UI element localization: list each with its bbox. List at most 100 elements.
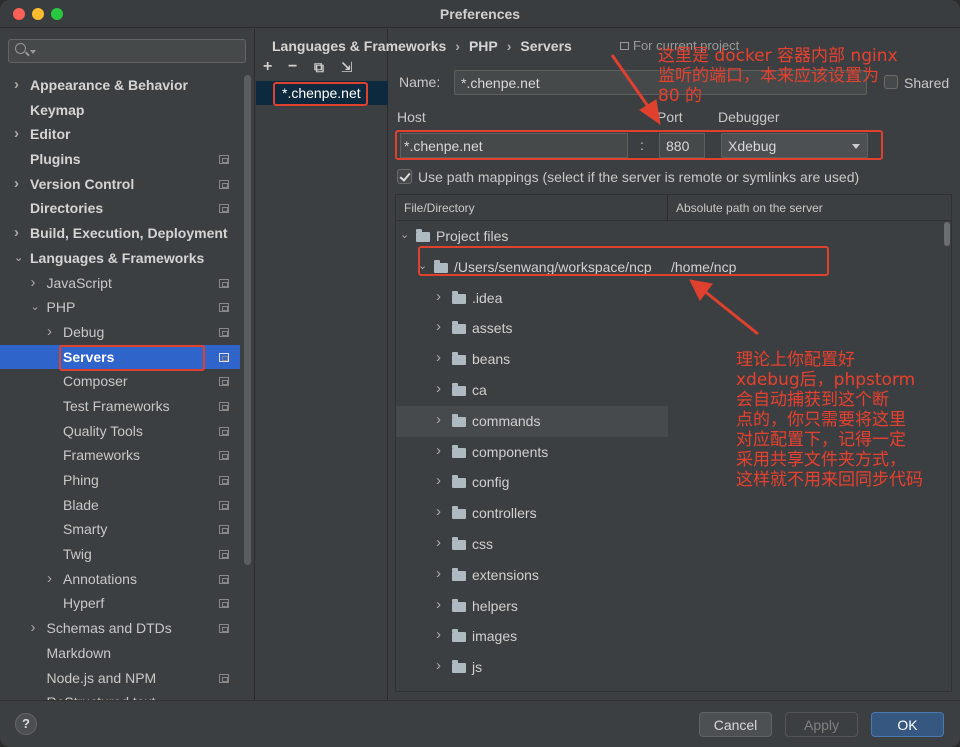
sidebar-item-label: Smarty: [63, 521, 108, 538]
column-header-remote[interactable]: Absolute path on the server: [676, 201, 823, 215]
table-row[interactable]: › js: [396, 652, 941, 683]
sidebar-item[interactable]: Keymap: [0, 98, 240, 123]
table-row[interactable]: › helpers: [396, 591, 941, 622]
column-divider[interactable]: [667, 195, 668, 221]
file-directory-cell: css: [472, 536, 493, 552]
column-header-file[interactable]: File/Directory: [404, 201, 475, 215]
sidebar-item[interactable]: Phing: [0, 468, 240, 493]
table-row[interactable]: › images: [396, 621, 941, 652]
sidebar-item[interactable]: › Debug: [0, 320, 240, 345]
folder-icon: [416, 229, 430, 242]
sidebar-item-label: Blade: [63, 496, 99, 513]
help-button[interactable]: ?: [15, 713, 37, 735]
chevron-down-icon[interactable]: ⌄: [14, 246, 23, 271]
chevron-right-icon[interactable]: ›: [47, 567, 52, 592]
chevron-right-icon[interactable]: ›: [436, 657, 441, 674]
sidebar-item-label: Schemas and DTDs: [46, 620, 172, 637]
search-history-icon[interactable]: [30, 50, 36, 54]
chevron-right-icon[interactable]: ›: [14, 122, 19, 147]
chevron-right-icon[interactable]: ›: [436, 596, 441, 613]
chevron-right-icon[interactable]: ›: [31, 616, 36, 641]
table-row[interactable]: › extensions: [396, 560, 941, 591]
file-directory-cell: extensions: [472, 566, 539, 583]
table-row[interactable]: › assets: [396, 313, 941, 344]
sidebar-item[interactable]: Node.js and NPM: [0, 666, 240, 691]
sidebar-item[interactable]: ⌄ PHP: [0, 295, 240, 320]
sidebar-item[interactable]: › Appearance & Behavior: [0, 73, 240, 98]
remove-server-button[interactable]: −: [288, 58, 297, 76]
annotation-mapping-note: 理论上你配置好 xdebug后，phpstorm 会自动捕获到这个断 点的，你只…: [736, 350, 923, 490]
apply-button[interactable]: Apply: [785, 712, 858, 737]
sidebar-item[interactable]: › Editor: [0, 122, 240, 147]
chevron-right-icon[interactable]: ›: [14, 73, 19, 98]
table-row[interactable]: › .idea: [396, 283, 941, 314]
sidebar-scrollbar[interactable]: [244, 75, 251, 565]
cancel-button[interactable]: Cancel: [699, 712, 772, 737]
chevron-right-icon[interactable]: ›: [436, 380, 441, 397]
chevron-right-icon[interactable]: ›: [436, 626, 441, 643]
use-path-mappings-checkbox[interactable]: [397, 169, 412, 184]
chevron-right-icon[interactable]: ›: [436, 503, 441, 520]
folder-icon: [452, 660, 466, 674]
sidebar-item[interactable]: Quality Tools: [0, 419, 240, 444]
sidebar-item[interactable]: Smarty: [0, 517, 240, 542]
project-settings-icon: [219, 179, 229, 189]
chevron-down-icon[interactable]: ⌄: [400, 228, 409, 241]
chevron-right-icon[interactable]: ›: [436, 349, 441, 366]
sidebar-item[interactable]: ⌄ Languages & Frameworks: [0, 246, 240, 271]
sidebar-item[interactable]: Directories: [0, 196, 240, 221]
sidebar-item[interactable]: Markdown: [0, 641, 240, 666]
file-directory-cell: Project files: [436, 228, 509, 244]
chevron-right-icon[interactable]: ›: [436, 411, 441, 428]
chevron-right-icon[interactable]: ›: [436, 318, 441, 335]
sidebar-item[interactable]: Hyperf: [0, 591, 240, 616]
chevron-right-icon[interactable]: ›: [14, 172, 19, 197]
sidebar-item-label: Twig: [63, 546, 92, 563]
sidebar-item[interactable]: Test Frameworks: [0, 394, 240, 419]
table-row[interactable]: › mail: [396, 683, 941, 691]
file-directory-cell: mail: [472, 690, 498, 691]
chevron-right-icon[interactable]: ›: [436, 442, 441, 459]
chevron-right-icon[interactable]: ›: [436, 688, 441, 691]
project-settings-icon: [219, 327, 229, 337]
table-scrollbar[interactable]: [944, 222, 950, 246]
sidebar-item[interactable]: › JavaScript: [0, 271, 240, 296]
chevron-right-icon[interactable]: ›: [47, 320, 52, 345]
chevron-right-icon[interactable]: ›: [436, 472, 441, 489]
sidebar-item[interactable]: › Schemas and DTDs: [0, 616, 240, 641]
sidebar-item-label: Phing: [63, 472, 99, 488]
sidebar-item-label: Test Frameworks: [63, 397, 170, 414]
sidebar-item[interactable]: Frameworks: [0, 443, 240, 468]
annotation-box-mapping: [418, 246, 829, 276]
file-directory-cell: config: [472, 474, 510, 491]
chevron-right-icon[interactable]: ›: [436, 565, 441, 582]
sidebar-item[interactable]: Plugins: [0, 147, 240, 172]
settings-search-input[interactable]: [8, 39, 246, 63]
add-server-button[interactable]: +: [263, 58, 272, 76]
debugger-label: Debugger: [718, 109, 780, 125]
table-row[interactable]: › controllers: [396, 498, 941, 529]
copy-server-button[interactable]: ⧉: [314, 59, 324, 76]
chevron-right-icon[interactable]: ›: [436, 534, 441, 551]
chevron-down-icon[interactable]: ⌄: [31, 295, 40, 320]
sidebar-item[interactable]: Composer: [0, 369, 240, 394]
chevron-right-icon[interactable]: ›: [14, 221, 19, 246]
chevron-right-icon[interactable]: ›: [436, 288, 441, 305]
project-settings-icon: [219, 599, 229, 609]
sidebar-item[interactable]: Twig: [0, 542, 240, 567]
table-row[interactable]: › css: [396, 529, 941, 560]
sidebar-item[interactable]: › Version Control: [0, 172, 240, 197]
sidebar-item[interactable]: › Annotations: [0, 567, 240, 592]
import-server-button[interactable]: ⇲: [341, 59, 353, 76]
file-directory-cell: beans: [472, 351, 511, 368]
file-directory-cell: controllers: [472, 505, 537, 522]
project-settings-icon: [219, 476, 229, 485]
sidebar-item[interactable]: › Build, Execution, Deployment: [0, 221, 240, 246]
sidebar-item[interactable]: Blade: [0, 493, 240, 518]
folder-icon: [452, 537, 466, 550]
file-directory-cell: js: [472, 659, 483, 676]
sidebar-item-label: Markdown: [46, 644, 112, 661]
sidebar-item[interactable]: ReStructured text: [0, 690, 240, 700]
chevron-right-icon[interactable]: ›: [31, 271, 36, 296]
ok-button[interactable]: OK: [871, 712, 944, 737]
